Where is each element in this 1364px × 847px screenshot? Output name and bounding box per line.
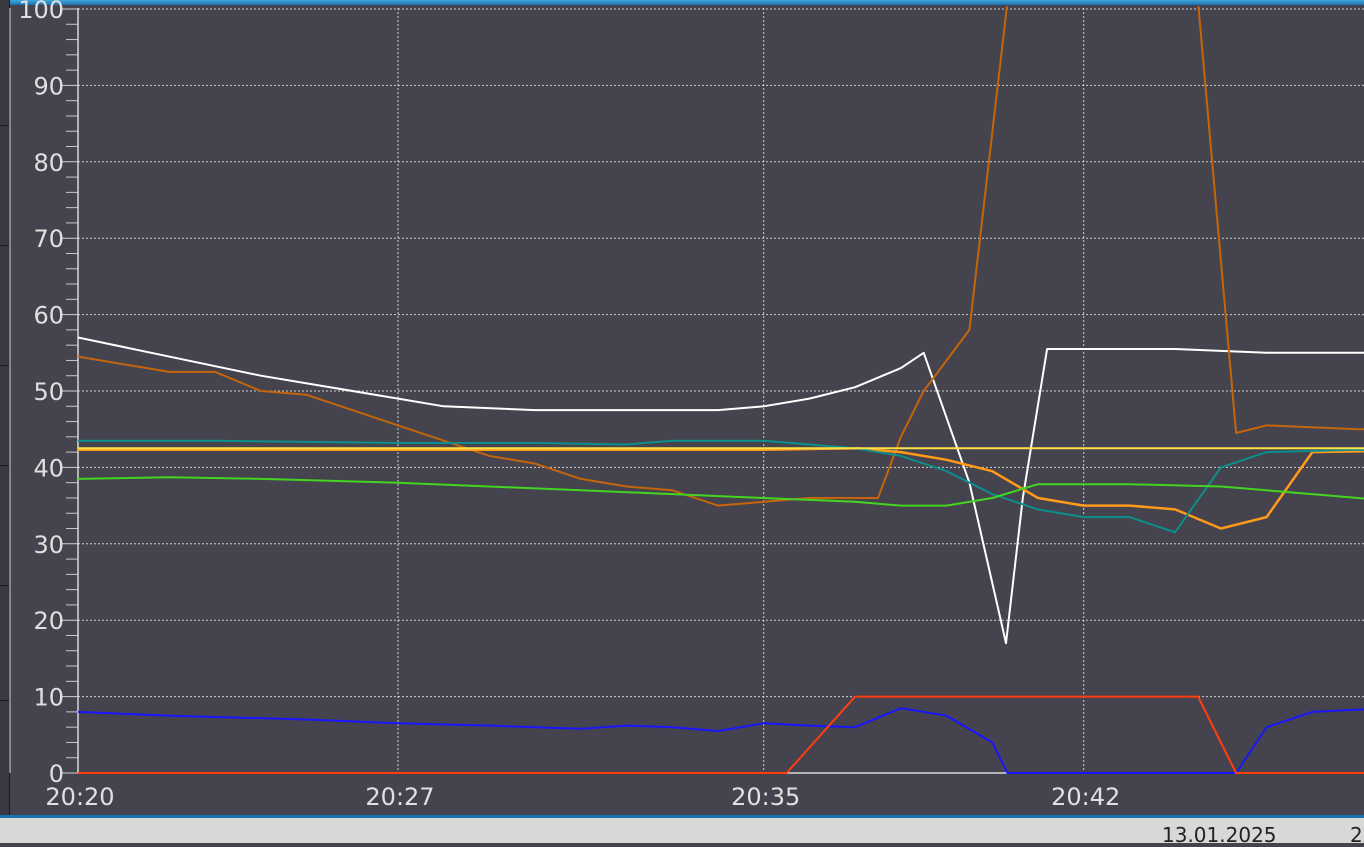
- y-tick-label: 80: [33, 149, 64, 177]
- grid: [78, 8, 1364, 774]
- y-tick-label: 100: [18, 0, 64, 24]
- y-tick-label: 70: [33, 225, 64, 253]
- status-bar: 13.01.2025 2: [0, 815, 1364, 847]
- y-tick-label: 60: [33, 302, 64, 330]
- x-tick-label: 20:20: [45, 783, 114, 811]
- y-tick-label: 30: [33, 531, 64, 559]
- x-tick-label: 20:27: [365, 783, 434, 811]
- status-date: 13.01.2025: [1162, 823, 1277, 847]
- y-tick-label: 50: [33, 378, 64, 406]
- y-tick-label: 40: [33, 454, 64, 482]
- y-tick-label: 90: [33, 72, 64, 100]
- y-tick-label: 10: [33, 684, 64, 712]
- status-extra: 2: [1350, 823, 1363, 847]
- x-tick-label: 20:42: [1051, 783, 1120, 811]
- y-tick-label: 20: [33, 607, 64, 635]
- trend-chart[interactable]: 0102030405060708090100 20:20 20:27 20:35 20…: [0, 0, 1364, 815]
- x-axis: 20:2020:2720:3520:4220:50: [45, 783, 1120, 811]
- x-tick-label: 20:35: [731, 783, 800, 811]
